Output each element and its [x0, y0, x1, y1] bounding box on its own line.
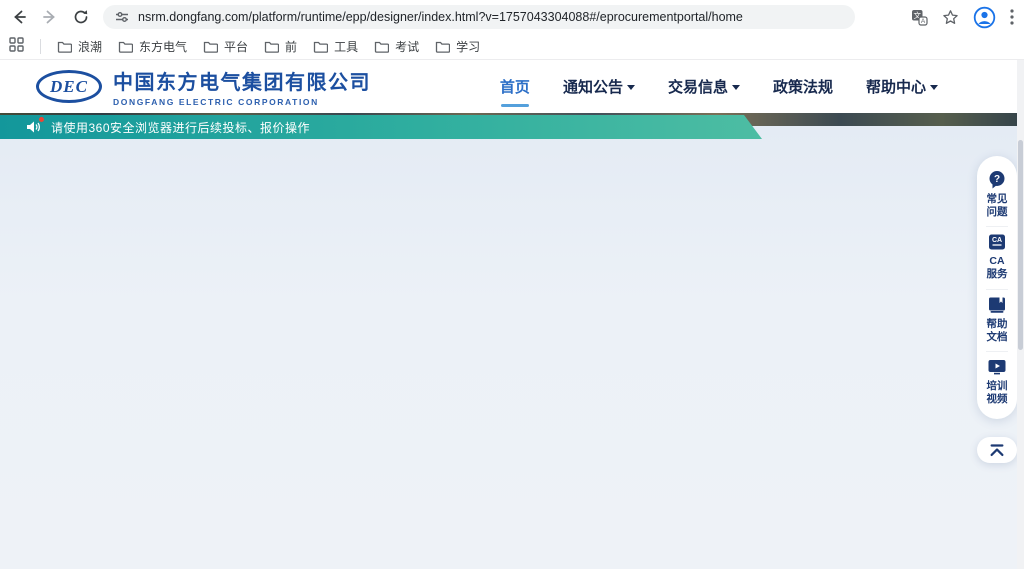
svg-text:A: A — [921, 18, 926, 25]
bookmark-label: 学习 — [456, 38, 480, 55]
bookmark-label: 东方电气 — [139, 38, 187, 55]
translate-icon[interactable]: 文A — [911, 9, 928, 26]
sidebar-collapse-button[interactable] — [977, 437, 1017, 463]
screen: nsrm.dongfang.com/platform/runtime/epp/d… — [0, 0, 1024, 569]
company-name-en: DONGFANG ELECTRIC CORPORATION — [113, 97, 371, 107]
sidebar-item-help-docs[interactable]: 帮助文档 — [977, 290, 1017, 351]
page-scrollbar[interactable] — [1017, 60, 1024, 569]
nav-trade-info[interactable]: 交易信息 — [668, 76, 740, 97]
question-bubble-icon: ? — [987, 170, 1007, 190]
book-icon — [987, 295, 1007, 315]
svg-text:CA: CA — [992, 237, 1002, 244]
url-text[interactable]: nsrm.dongfang.com/platform/runtime/epp/d… — [138, 10, 743, 24]
sidebar-item-faq[interactable]: ? 常见问题 — [977, 165, 1017, 226]
caret-down-icon — [930, 85, 938, 90]
bookmark-folder[interactable]: 前 — [264, 38, 297, 55]
bookmark-label: 前 — [285, 38, 297, 55]
nav-home[interactable]: 首页 — [500, 76, 530, 97]
bookmark-label: 工具 — [334, 38, 358, 55]
browser-menu-icon[interactable] — [1010, 9, 1014, 25]
nav-help-center[interactable]: 帮助中心 — [866, 76, 938, 97]
bookmark-label: 考试 — [395, 38, 419, 55]
browser-notice-banner: 请使用360安全浏览器进行后续投标、报价操作 — [0, 115, 762, 139]
bookmark-folder[interactable]: 考试 — [374, 38, 419, 55]
speaker-icon — [26, 120, 42, 134]
bookmark-folder[interactable]: 浪潮 — [57, 38, 102, 55]
bookmark-folder[interactable]: 东方电气 — [118, 38, 187, 55]
collapse-up-icon — [987, 441, 1007, 459]
sidebar-item-ca-service[interactable]: CA CA服务 — [977, 227, 1017, 288]
apps-grid-icon[interactable] — [9, 37, 24, 57]
bookmark-folder[interactable]: 学习 — [435, 38, 480, 55]
notification-dot — [39, 117, 44, 122]
ca-card-icon: CA — [987, 232, 1007, 252]
bookmarks-bar: 浪潮 东方电气 平台 前 工具 考试 学习 — [0, 34, 1024, 60]
page-body — [0, 126, 1024, 569]
nav-policies[interactable]: 政策法规 — [773, 76, 833, 97]
browser-toolbar: nsrm.dongfang.com/platform/runtime/epp/d… — [0, 0, 1024, 34]
bookmark-folder[interactable]: 平台 — [203, 38, 248, 55]
browser-actions: 文A — [911, 6, 1014, 29]
bookmark-label: 浪潮 — [78, 38, 102, 55]
company-name-cn: 中国东方电气集团有限公司 — [113, 66, 371, 95]
scrollbar-thumb[interactable] — [1018, 140, 1023, 350]
sidebar-item-training-videos[interactable]: 培训视频 — [977, 352, 1017, 413]
svg-text:?: ? — [994, 174, 1000, 185]
caret-down-icon — [627, 85, 635, 90]
notice-text: 请使用360安全浏览器进行后续投标、报价操作 — [51, 119, 310, 136]
video-icon — [987, 357, 1007, 377]
caret-down-icon — [732, 85, 740, 90]
profile-avatar-icon[interactable] — [973, 6, 996, 29]
url-bar[interactable]: nsrm.dongfang.com/platform/runtime/epp/d… — [103, 5, 855, 29]
site-header: DEC 中国东方电气集团有限公司 DONGFANG ELECTRIC CORPO… — [0, 60, 1024, 113]
company-name-block: 中国东方电气集团有限公司 DONGFANG ELECTRIC CORPORATI… — [113, 66, 371, 107]
bookmarks-divider — [40, 39, 41, 54]
reload-icon[interactable] — [72, 8, 90, 26]
nav-announcements[interactable]: 通知公告 — [563, 76, 635, 97]
forward-icon[interactable] — [41, 8, 59, 26]
dec-logo: DEC — [36, 70, 102, 103]
quick-access-sidebar: ? 常见问题 CA CA服务 帮助文档 培训视频 — [977, 156, 1017, 419]
main-nav: 首页 通知公告 交易信息 政策法规 帮助中心 — [500, 76, 1024, 97]
back-icon[interactable] — [10, 8, 28, 26]
bookmark-folder[interactable]: 工具 — [313, 38, 358, 55]
bookmark-label: 平台 — [224, 38, 248, 55]
bookmark-star-icon[interactable] — [942, 9, 959, 26]
site-settings-icon[interactable] — [115, 10, 129, 24]
